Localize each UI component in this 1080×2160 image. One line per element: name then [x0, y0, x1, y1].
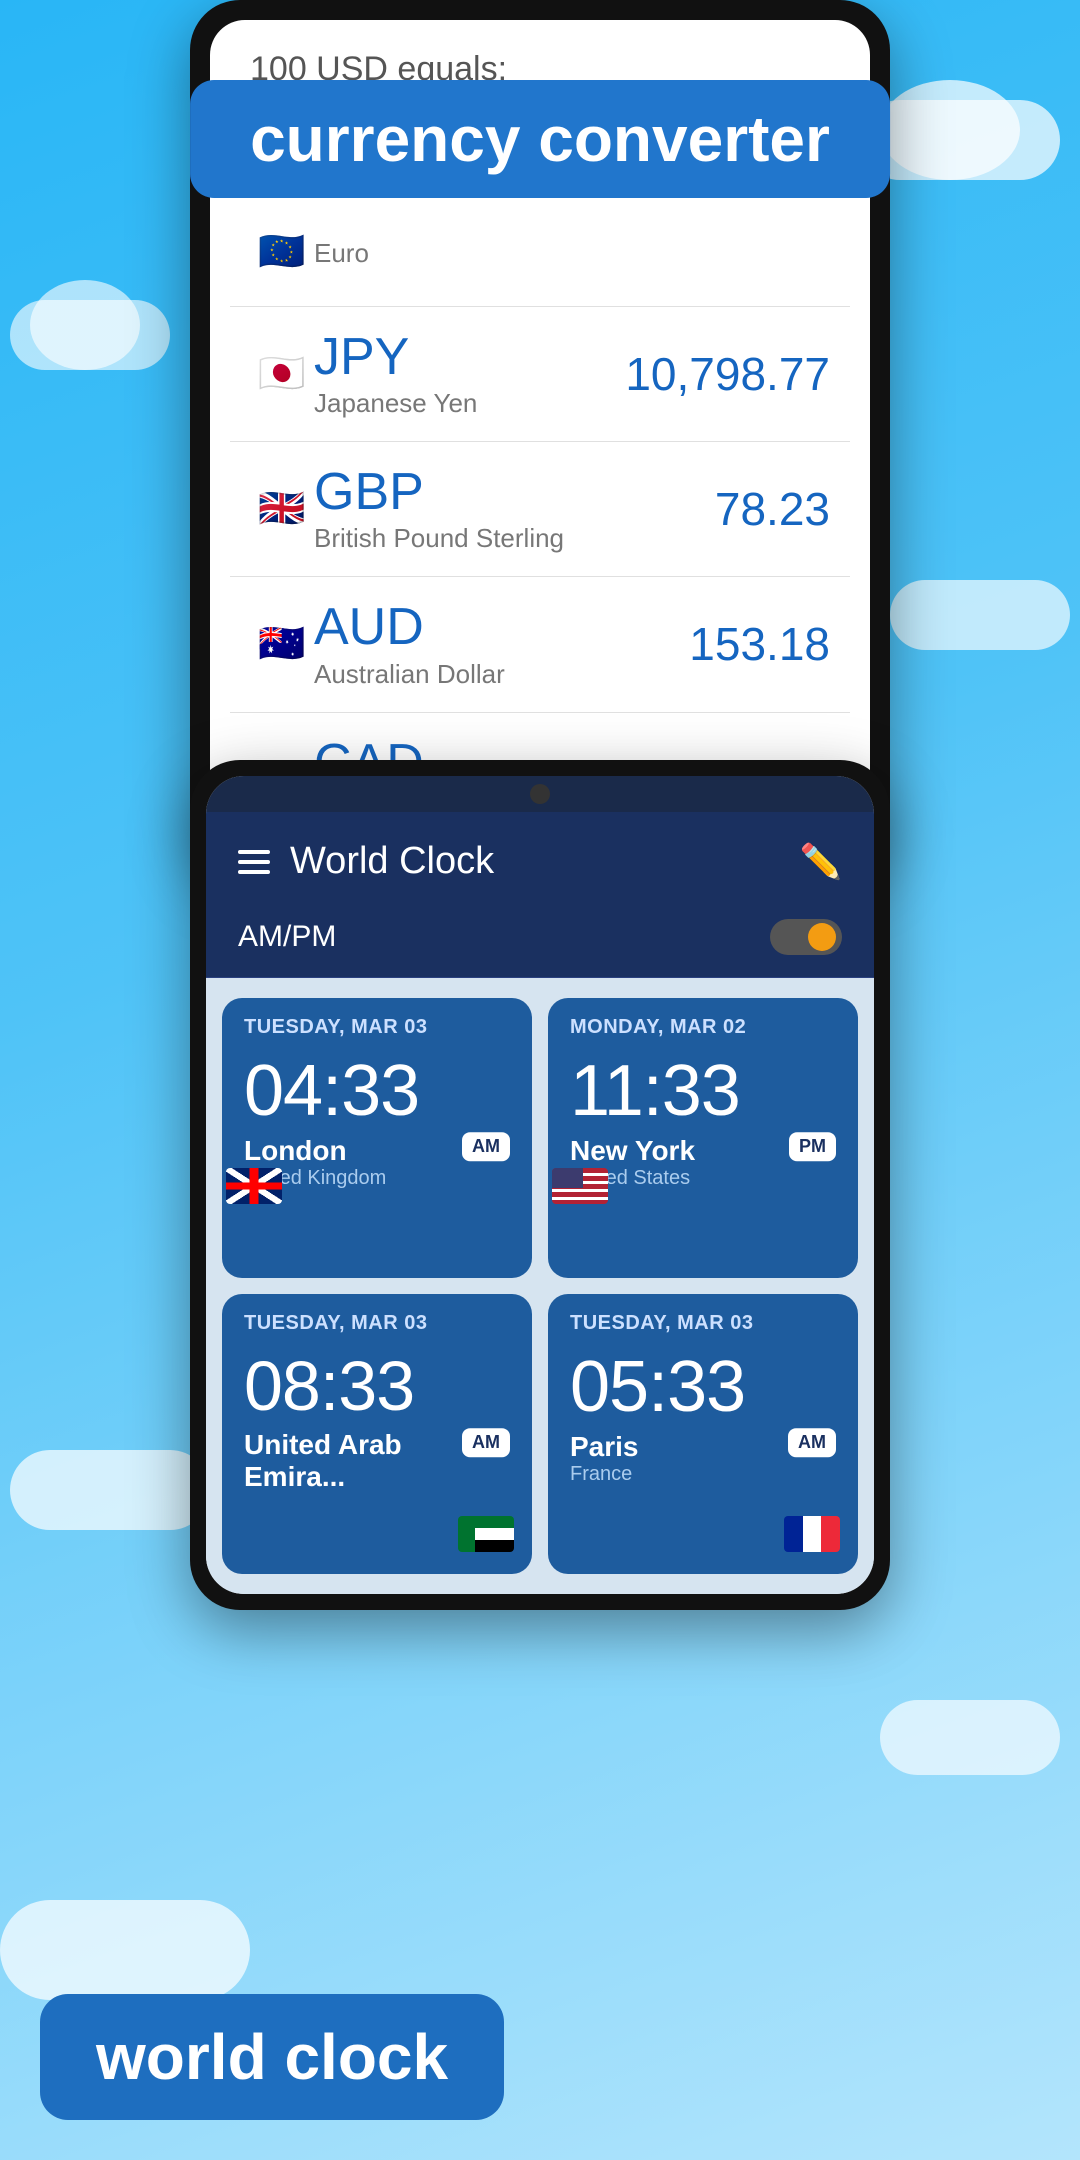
- currency-gbp-name: British Pound Sterling: [314, 523, 715, 554]
- edit-icon[interactable]: ✏️: [800, 842, 842, 882]
- ampm-label: AM/PM: [238, 920, 336, 954]
- london-date: TUESDAY, MAR 03: [244, 1016, 510, 1039]
- currency-jpy-code: JPY: [314, 329, 625, 386]
- france-flag-white: [803, 1516, 822, 1552]
- hamburger-line-1: [238, 850, 270, 854]
- paris-time: 05:33: [570, 1351, 836, 1423]
- france-flag-red: [821, 1516, 840, 1552]
- paris-country: France: [570, 1463, 836, 1486]
- ampm-toggle-switch[interactable]: [770, 919, 842, 955]
- currency-jpy-name: Japanese Yen: [314, 388, 625, 419]
- currency-eur-name: Euro: [314, 238, 830, 269]
- toggle-track: [770, 919, 842, 955]
- uae-flag-stripe-3: [475, 1540, 514, 1552]
- uae-flag-stripe-2: [475, 1528, 514, 1540]
- uae-flag-icon: [458, 1516, 514, 1552]
- world-clock-header: World Clock ✏️: [206, 812, 874, 905]
- hamburger-line-2: [238, 860, 270, 864]
- eur-flag: 🇪🇺: [250, 220, 314, 284]
- gbp-flag: 🇬🇧: [250, 477, 314, 541]
- london-time: 04:33: [244, 1055, 510, 1127]
- clock-card-uae[interactable]: TUESDAY, MAR 03 08:33 AM United Arab Emi…: [222, 1294, 532, 1574]
- toggle-thumb: [808, 923, 836, 951]
- uk-flag-icon: [226, 1168, 282, 1204]
- currency-jpy-info: JPY Japanese Yen: [314, 329, 625, 419]
- paris-date: TUESDAY, MAR 03: [570, 1312, 836, 1335]
- clock-card-newyork[interactable]: MONDAY, MAR 02 11:33 PM New York United …: [548, 998, 858, 1278]
- currency-gbp-code: GBP: [314, 464, 715, 521]
- hamburger-line-3: [238, 870, 270, 874]
- newyork-time: 11:33: [570, 1055, 836, 1127]
- currency-aud-info: AUD Australian Dollar: [314, 599, 689, 689]
- hamburger-menu-icon[interactable]: [238, 850, 270, 874]
- currency-converter-label-text: currency converter: [250, 103, 830, 175]
- aud-flag: 🇦🇺: [250, 612, 314, 676]
- london-ampm-badge: AM: [462, 1132, 510, 1161]
- world-clock-label: world clock: [40, 1994, 504, 2120]
- france-flag-blue: [784, 1516, 803, 1552]
- currency-gbp-value: 78.23: [715, 482, 830, 536]
- list-item[interactable]: 🇦🇺 AUD Australian Dollar 153.18: [230, 577, 850, 712]
- france-flag-icon: [784, 1516, 840, 1552]
- list-item[interactable]: 🇪🇺 Euro: [230, 198, 850, 307]
- list-item[interactable]: 🇯🇵 JPY Japanese Yen 10,798.77: [230, 307, 850, 442]
- newyork-date: MONDAY, MAR 02: [570, 1016, 836, 1039]
- world-clock-title: World Clock: [290, 840, 494, 883]
- newyork-ampm-badge: PM: [789, 1132, 836, 1161]
- currency-aud-value: 153.18: [689, 617, 830, 671]
- world-clock-label-text: world clock: [96, 2021, 448, 2093]
- clock-card-paris[interactable]: TUESDAY, MAR 03 05:33 AM Paris France: [548, 1294, 858, 1574]
- phone-notch: [206, 776, 874, 812]
- uae-time: 08:33: [244, 1351, 510, 1421]
- uae-date: TUESDAY, MAR 03: [244, 1312, 510, 1335]
- header-left: World Clock: [238, 840, 494, 883]
- list-item[interactable]: 🇬🇧 GBP British Pound Sterling 78.23: [230, 442, 850, 577]
- currency-eur-info: Euro: [314, 236, 830, 269]
- currency-converter-label: currency converter: [190, 80, 890, 198]
- paris-ampm-badge: AM: [788, 1428, 836, 1457]
- london-country: United Kingdom: [244, 1167, 510, 1190]
- uae-ampm-badge: AM: [462, 1428, 510, 1457]
- ampm-toggle-row: AM/PM: [206, 905, 874, 978]
- us-flag-icon: [552, 1168, 608, 1204]
- currency-aud-code: AUD: [314, 599, 689, 656]
- newyork-country: United States: [570, 1167, 836, 1190]
- clock-card-london[interactable]: TUESDAY, MAR 03 04:33 AM London United K…: [222, 998, 532, 1278]
- uae-flag-left: [458, 1516, 475, 1552]
- notch-dot: [530, 784, 550, 804]
- uae-flag-stripe-1: [475, 1516, 514, 1528]
- currency-jpy-value: 10,798.77: [625, 347, 830, 401]
- currency-gbp-info: GBP British Pound Sterling: [314, 464, 715, 554]
- currency-aud-name: Australian Dollar: [314, 659, 689, 690]
- jpy-flag: 🇯🇵: [250, 342, 314, 406]
- clock-grid: TUESDAY, MAR 03 04:33 AM London United K…: [206, 978, 874, 1594]
- world-clock-phone: World Clock ✏️ AM/PM TUESDAY, MAR 03 04:…: [190, 760, 890, 1610]
- uae-flag-right: [475, 1516, 514, 1552]
